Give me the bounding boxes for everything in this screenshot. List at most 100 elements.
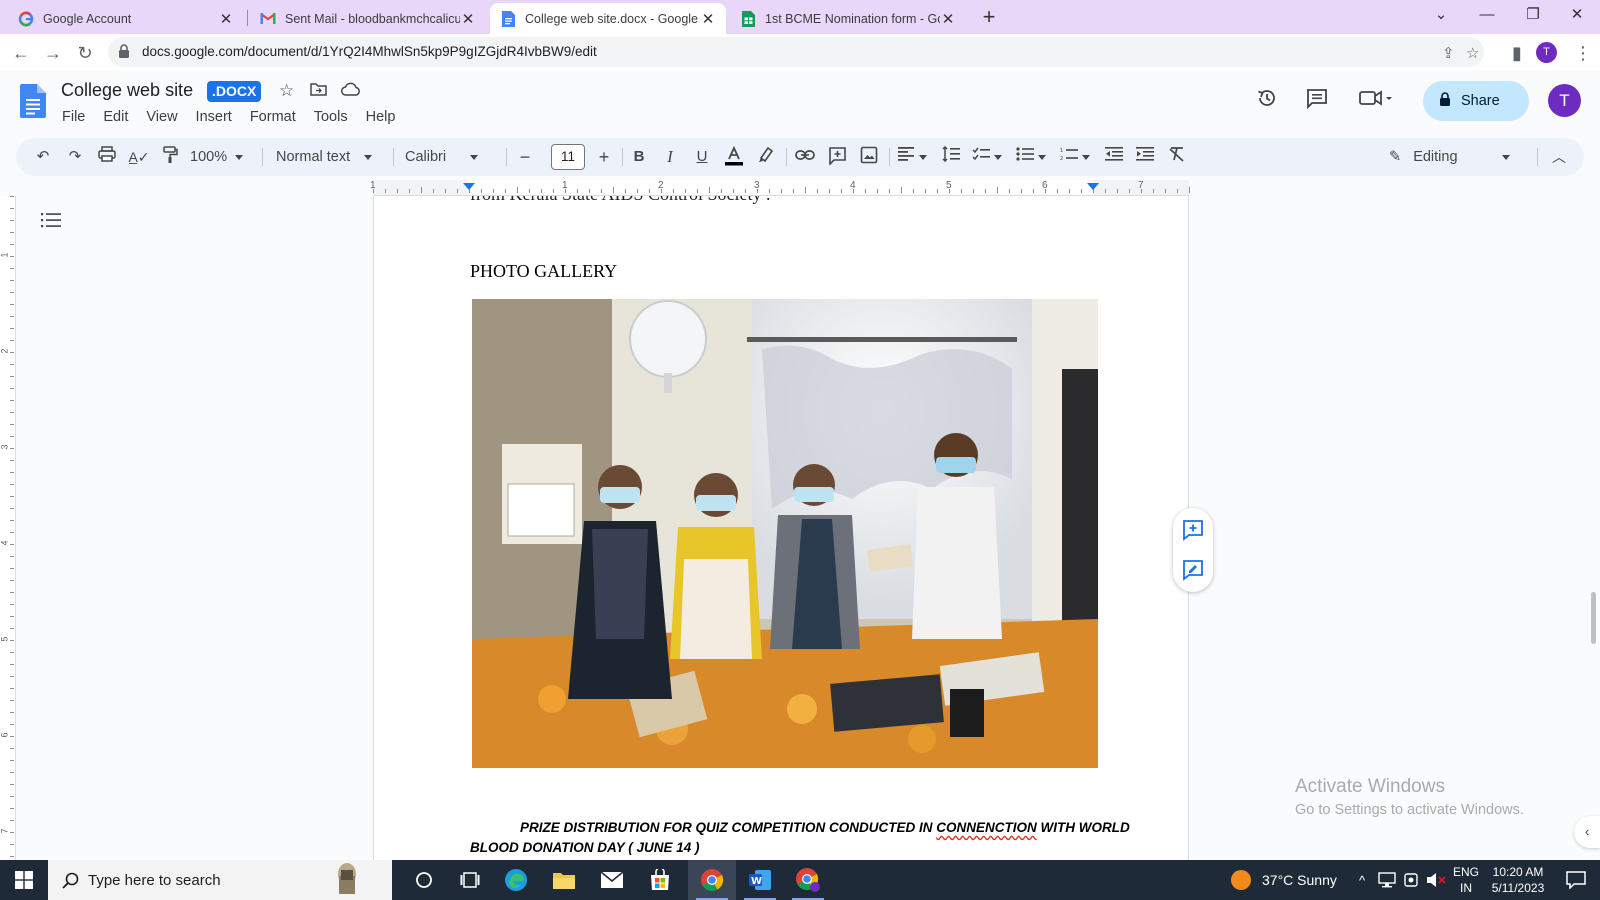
menu-help[interactable]: Help [357,106,405,128]
text-color-icon[interactable] [723,145,745,168]
network-icon[interactable] [1376,860,1398,900]
document-page[interactable]: from Kerala State AIDS Control Society .… [373,196,1189,860]
zoom-select[interactable]: 100% [190,146,244,168]
chrome-taskbar-icon[interactable] [688,860,736,900]
word-icon[interactable]: W [736,860,784,900]
redo-icon[interactable]: ↷ [64,146,86,168]
document-title[interactable]: College web site [61,80,193,101]
font-select[interactable]: Calibri [405,146,479,168]
reload-button[interactable]: ↻ [72,40,98,66]
task-view-icon[interactable] [450,860,490,900]
bold-icon[interactable]: B [628,146,650,168]
version-history-icon[interactable] [1256,87,1278,115]
checklist-select[interactable] [972,146,1008,168]
right-indent-marker[interactable] [1087,183,1099,190]
insert-image-icon[interactable] [858,146,880,168]
lock-icon[interactable] [118,44,132,60]
suggest-edits-icon[interactable] [1182,559,1204,581]
gallery-photo[interactable] [472,299,1098,768]
document-outline-icon[interactable] [41,212,61,228]
cloud-status-icon[interactable] [341,81,360,101]
share-button[interactable]: Share [1423,81,1529,121]
tab-college-web-site[interactable]: College web site.docx - Google D ✕ [490,3,726,34]
move-folder-icon[interactable] [310,81,327,101]
menu-insert[interactable]: Insert [187,106,241,128]
close-tab-icon[interactable]: ✕ [940,10,956,28]
paragraph-style-select[interactable]: Normal text [276,146,373,168]
weather-icon[interactable] [1228,860,1254,900]
highlight-color-icon[interactable] [755,146,777,168]
meet-video-icon[interactable] [1359,87,1395,115]
chevron-up-icon[interactable]: ︿ [1548,146,1570,168]
tab-bcme-nomination[interactable]: 1st BCME Nomination form - Goo ✕ [730,3,966,34]
vertical-scrollbar-thumb[interactable] [1591,592,1596,644]
decrease-font-size-icon[interactable]: − [514,146,536,168]
tab-google-account[interactable]: Google Account ✕ [8,3,244,34]
align-select[interactable] [898,146,934,168]
chrome-profile-taskbar-icon[interactable] [784,860,832,900]
chrome-profile-avatar[interactable]: T [1536,42,1557,63]
mail-icon[interactable] [592,860,632,900]
clear-formatting-icon[interactable] [1166,146,1188,168]
decrease-indent-icon[interactable] [1103,146,1125,168]
notification-center-icon[interactable] [1556,860,1596,900]
close-tab-icon[interactable]: ✕ [460,10,476,28]
italic-icon[interactable]: I [659,146,681,168]
back-button[interactable]: ← [8,40,34,66]
new-tab-button[interactable]: + [976,5,1002,31]
edge-icon[interactable] [496,860,536,900]
numbered-list-select[interactable]: 12 [1060,146,1096,168]
device-icon[interactable] [1400,860,1422,900]
show-hidden-icons-chevron[interactable]: ^ [1352,860,1372,900]
speaker-muted-icon[interactable] [1424,860,1448,900]
cortana-icon[interactable] [404,860,444,900]
system-clock[interactable]: 10:20 AM 5/11/2023 [1482,864,1554,896]
minimize-button[interactable]: — [1464,0,1510,34]
windows-start-icon[interactable] [0,860,48,900]
increase-indent-icon[interactable] [1134,146,1156,168]
spellcheck-icon[interactable]: A̲✓ [128,146,150,168]
menu-file[interactable]: File [53,106,94,128]
line-spacing-icon[interactable] [940,145,962,168]
horizontal-ruler[interactable]: 1 1 2 3 4 5 6 7 [370,180,1190,196]
add-comment-icon[interactable] [1182,519,1204,541]
font-size-input[interactable]: 11 [551,144,585,170]
chevron-left-icon[interactable]: ‹ [1574,816,1600,848]
insert-link-icon[interactable] [794,146,816,168]
vertical-ruler[interactable]: 1 2 3 4 5 6 7 [0,196,16,860]
menu-view[interactable]: View [137,106,186,128]
share-page-icon[interactable]: ⇪ [1442,44,1455,62]
undo-icon[interactable]: ↶ [32,146,54,168]
menu-format[interactable]: Format [241,106,305,128]
weather-text[interactable]: 37°C Sunny [1262,860,1337,900]
microsoft-store-icon[interactable] [640,860,680,900]
print-icon[interactable] [96,146,118,168]
docx-badge[interactable]: .DOCX [207,81,262,102]
user-avatar[interactable]: T [1548,84,1581,117]
menu-edit[interactable]: Edit [94,106,137,128]
paint-format-icon[interactable] [159,146,181,168]
close-tab-icon[interactable]: ✕ [218,10,234,28]
restore-button[interactable]: ❐ [1510,0,1556,34]
tab-search-chevron-icon[interactable]: ⌄ [1418,0,1464,34]
star-icon[interactable]: ☆ [279,81,294,101]
editing-mode-select[interactable]: ✎ Editing [1389,146,1510,168]
tab-sent-mail[interactable]: Sent Mail - bloodbankmchcalicut ✕ [250,3,486,34]
bookmark-star-icon[interactable]: ☆ [1466,44,1479,62]
add-comment-icon[interactable] [826,146,848,168]
bulleted-list-select[interactable] [1016,146,1052,168]
menu-tools[interactable]: Tools [305,106,357,128]
increase-font-size-icon[interactable]: + [593,146,615,168]
underline-icon[interactable]: U [691,146,713,168]
chrome-menu-icon[interactable]: ⋮ [1570,40,1596,66]
comments-icon[interactable] [1306,87,1328,115]
file-explorer-icon[interactable] [544,860,584,900]
docs-logo-icon[interactable] [20,84,46,118]
side-panel-icon[interactable]: ▮ [1504,40,1530,66]
left-indent-marker[interactable] [463,183,475,190]
address-bar[interactable]: docs.google.com/document/d/1YrQ2I4MhwlSn… [108,37,1484,67]
misspelled-word[interactable]: CONNENCTION [936,820,1037,835]
close-window-button[interactable]: ✕ [1554,0,1600,34]
taskbar-search-box[interactable]: Type here to search [48,860,392,900]
input-language[interactable]: ENG IN [1453,864,1479,896]
